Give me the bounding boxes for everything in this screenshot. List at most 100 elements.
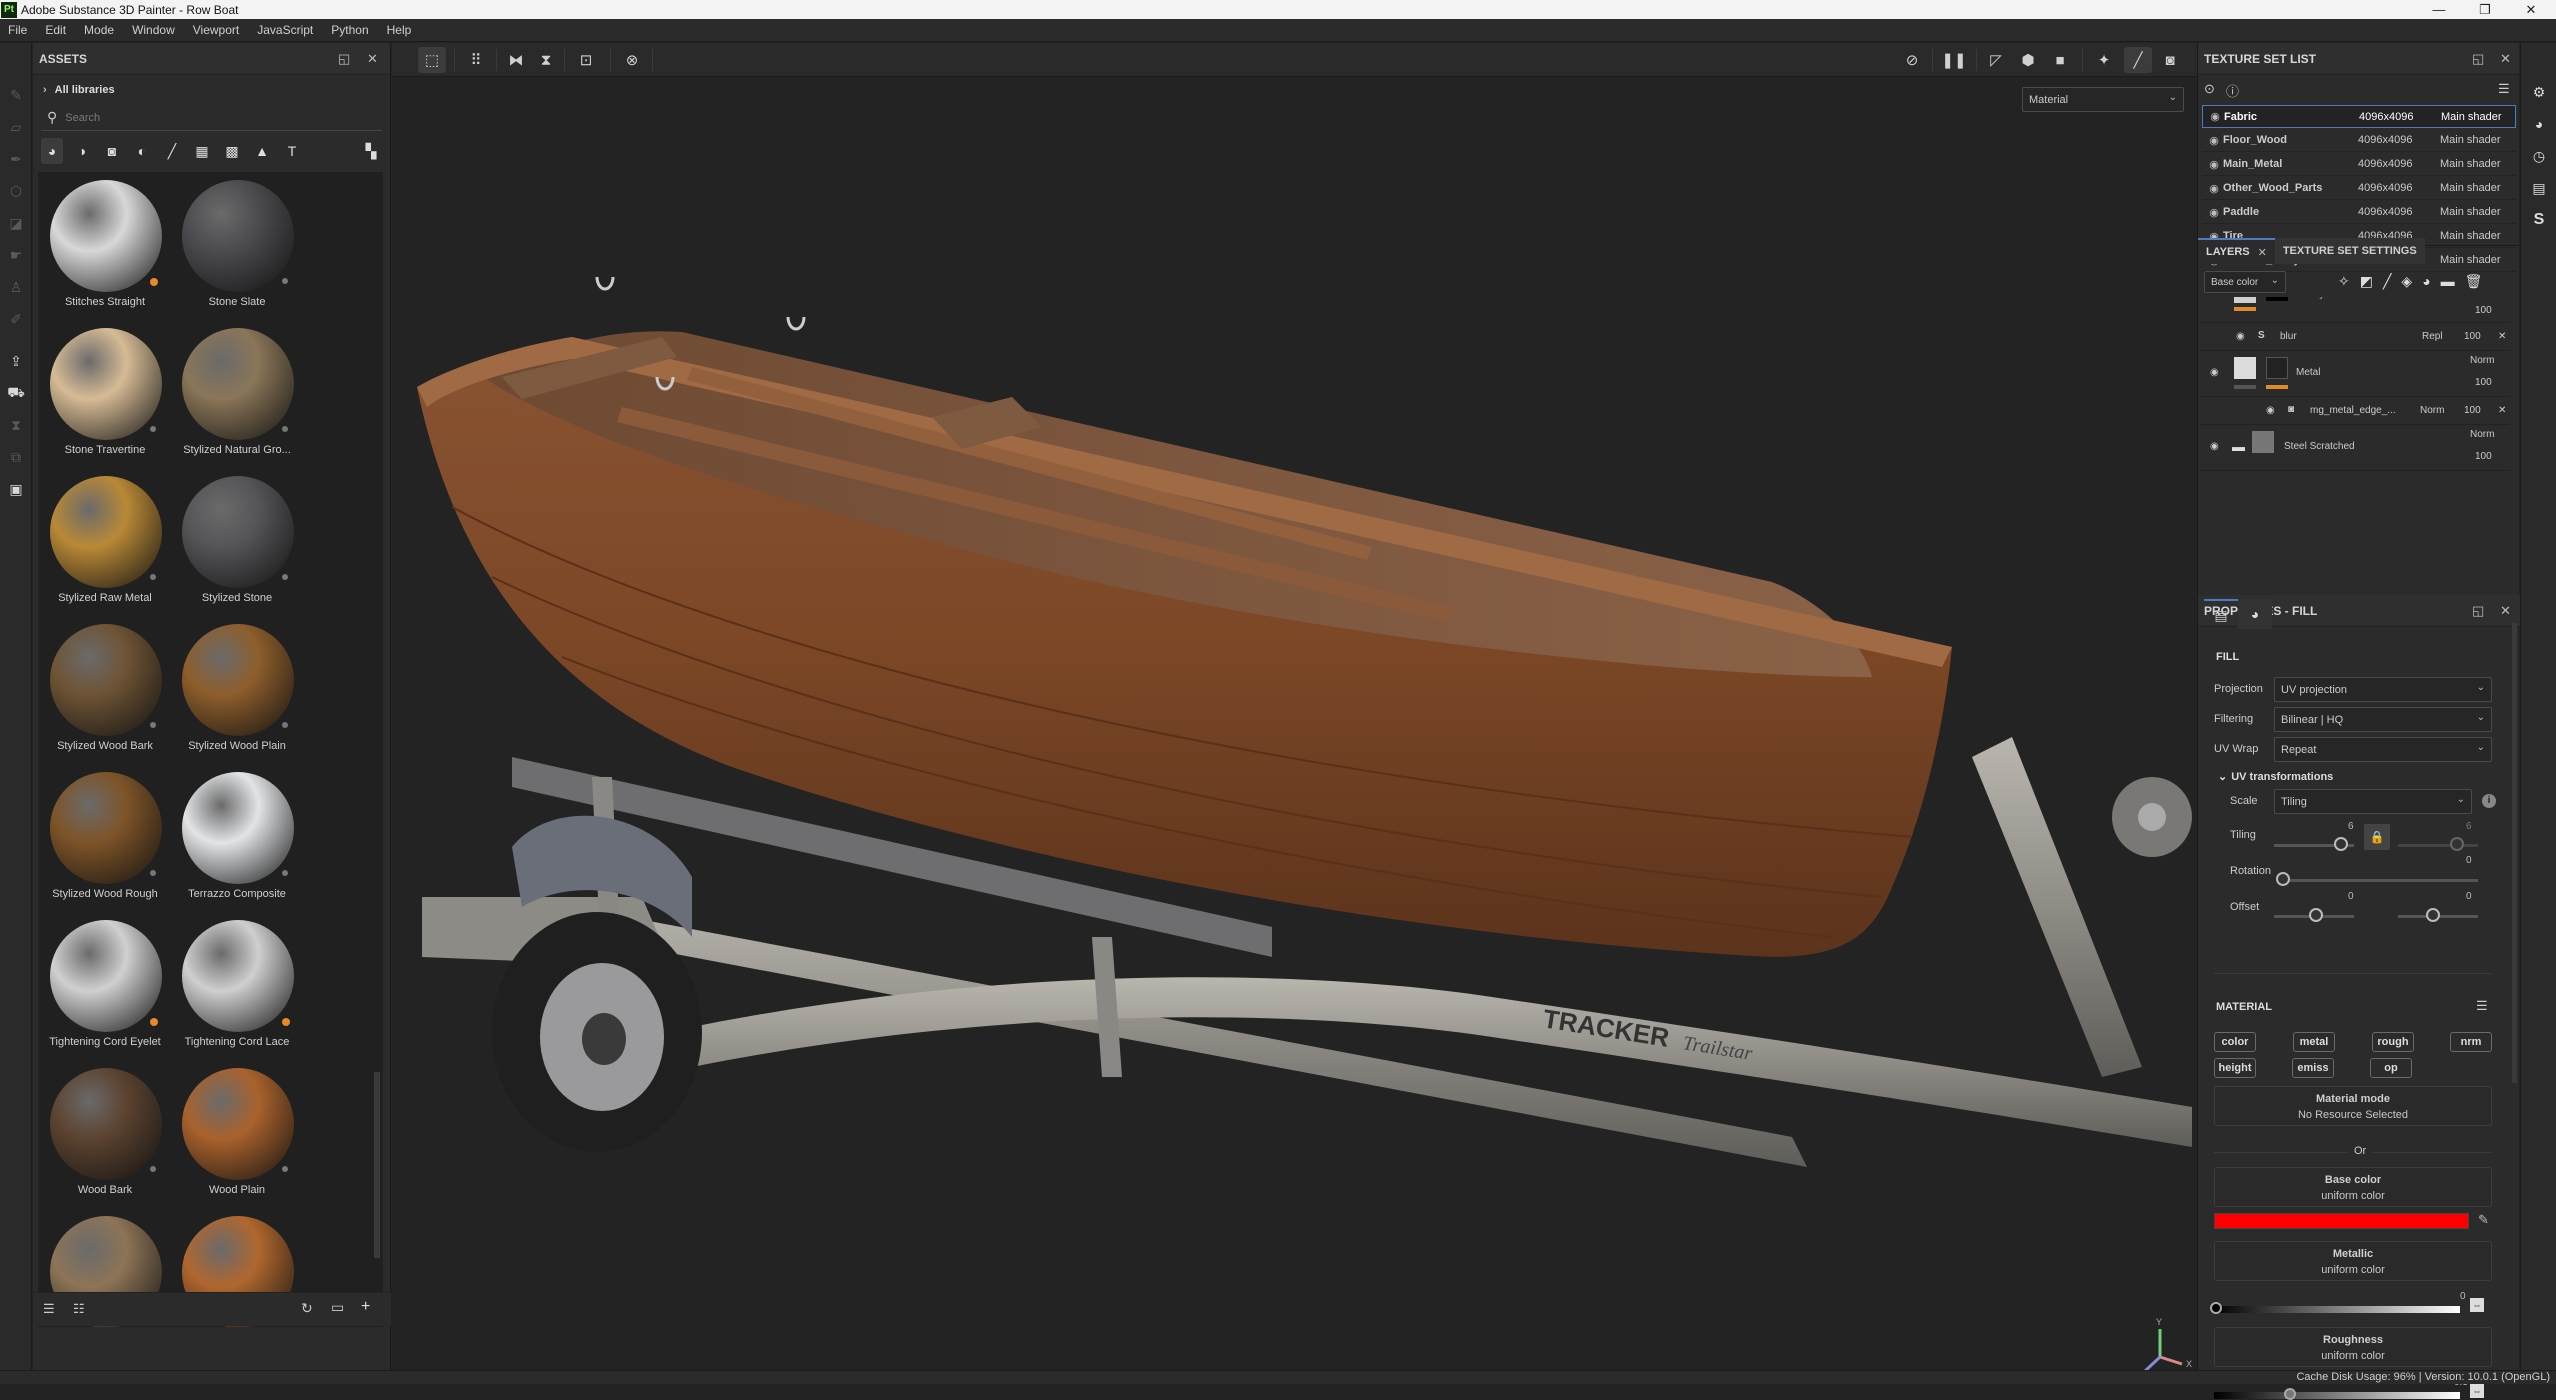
channel-select[interactable]: Base color ⌄ xyxy=(2204,271,2286,293)
channel-color-toggle[interactable]: color xyxy=(2214,1032,2256,1052)
display-settings-icon[interactable]: ⚙ xyxy=(2530,83,2548,101)
eye-icon[interactable]: ◉ xyxy=(2210,441,2219,452)
minimize-button[interactable]: — xyxy=(2416,0,2462,19)
rotation-knob[interactable] xyxy=(2276,872,2290,886)
boat-model[interactable]: TRACKER Trailstar Y X Z xyxy=(392,77,2197,1370)
asset-tile[interactable]: Wood Plain xyxy=(172,1066,302,1214)
asset-tile[interactable]: Stylized Stone xyxy=(172,474,302,622)
menu-window[interactable]: Window xyxy=(124,23,185,37)
asset-tile[interactable]: Terrazzo Composite xyxy=(172,770,302,918)
asset-tile[interactable]: Stone Travertine xyxy=(40,326,170,474)
properties-scrollbar[interactable] xyxy=(2512,623,2517,1083)
offset-v-knob[interactable] xyxy=(2426,908,2440,922)
layer-row[interactable]: ◉ Metal Norm 100 xyxy=(2200,351,2510,397)
uv-tiles-icon[interactable]: ⬚ xyxy=(418,47,446,73)
menu-viewport[interactable]: Viewport xyxy=(185,23,249,37)
eye-icon[interactable]: ◉ xyxy=(2205,206,2223,219)
metallic-knob[interactable] xyxy=(2210,1302,2222,1314)
delete-icon[interactable]: 🗑 xyxy=(2465,273,2483,290)
layer-mask-row[interactable]: ◉ ◙ mg_metal_edge_... Norm 100 ✕ xyxy=(2200,397,2510,425)
eye-icon[interactable]: ◉ xyxy=(2205,182,2223,195)
channel-rough-toggle[interactable]: rough xyxy=(2372,1032,2414,1052)
grid-layout-icon[interactable]: ⠿ xyxy=(462,47,490,73)
bake-mode-icon[interactable]: ✦ xyxy=(2090,47,2118,73)
environment-icon[interactable]: ▲ xyxy=(251,138,273,164)
asset-tile[interactable]: Tightening Cord Lace xyxy=(172,918,302,1066)
menu-file[interactable]: File xyxy=(0,23,37,37)
visibility-toggle-icon[interactable]: ⊙ xyxy=(2204,81,2215,97)
cube-icon[interactable]: ⬢ xyxy=(2014,47,2042,73)
roughness-slider[interactable] xyxy=(2214,1392,2460,1399)
asset-tile[interactable]: Stylized Wood Rough xyxy=(40,770,170,918)
texture-set-row[interactable]: ◉ Floor_Wood 4096x4096 Main shader xyxy=(2202,129,2516,152)
tiling-v-knob[interactable] xyxy=(2450,837,2464,851)
material-mode-slot[interactable]: Material mode No Resource Selected xyxy=(2214,1086,2492,1126)
blend-mode[interactable]: Norm xyxy=(2470,429,2494,440)
document-icon[interactable]: ▣ xyxy=(6,479,26,499)
roughness-knob[interactable] xyxy=(2283,1388,2296,1400)
projection-tool-icon[interactable]: ✒ xyxy=(6,149,26,169)
mask-opacity[interactable]: 100 xyxy=(2464,405,2481,416)
menu-python[interactable]: Python xyxy=(323,23,378,37)
eyedropper-icon[interactable]: ✎ xyxy=(2478,1212,2489,1228)
hide-icon[interactable]: ⊘ xyxy=(1898,47,1926,73)
fill-settings-tab-icon[interactable]: ▤ xyxy=(2204,599,2238,629)
projection-select[interactable]: UV projection ⌄ xyxy=(2274,677,2492,702)
channel-height-toggle[interactable]: height xyxy=(2214,1058,2256,1078)
asset-tile[interactable]: Wood Bark xyxy=(40,1066,170,1214)
channel-op-toggle[interactable]: op xyxy=(2370,1058,2412,1078)
geometry-mask-icon[interactable]: ⬡ xyxy=(6,181,26,201)
asset-tile[interactable]: Tightening Cord Eyelet xyxy=(40,918,170,1066)
log-icon[interactable]: ▤ xyxy=(2530,179,2548,197)
eye-icon[interactable]: ◉ xyxy=(2236,331,2245,342)
remove-icon[interactable]: ✕ xyxy=(2498,331,2506,342)
asset-tile[interactable]: Stone Slate xyxy=(172,178,302,326)
close-icon[interactable]: ✕ xyxy=(2500,603,2511,619)
color-picker-icon[interactable]: ✐ xyxy=(6,309,26,329)
uv-wrap-select[interactable]: Repeat ⌄ xyxy=(2274,737,2492,762)
material-options-icon[interactable]: ☰ xyxy=(2476,998,2488,1014)
asset-tile[interactable]: Stylized Natural Gro... xyxy=(172,326,302,474)
share-icon[interactable]: ⧉ xyxy=(6,447,26,467)
layer-opacity[interactable]: 100 xyxy=(2475,377,2492,388)
offset-u-knob[interactable] xyxy=(2309,908,2323,922)
save-preset-icon[interactable]: ☰ xyxy=(43,1301,55,1317)
camera-icon[interactable]: ■ xyxy=(2046,47,2074,73)
menu-mode[interactable]: Mode xyxy=(76,23,124,37)
eraser-icon[interactable]: ▱ xyxy=(6,117,26,137)
paint-brush-icon[interactable]: ✎ xyxy=(6,85,26,105)
filtering-select[interactable]: Bilinear | HQ ⌄ xyxy=(2274,707,2492,732)
add-smart-material-icon[interactable]: ◕ xyxy=(2422,273,2430,290)
search-input[interactable]: Search xyxy=(65,112,100,124)
symmetry-y-icon[interactable]: ⧗ xyxy=(532,47,560,73)
reset-view-icon[interactable]: ⊗ xyxy=(618,47,646,73)
asset-tile[interactable]: Stylized Raw Metal xyxy=(40,474,170,622)
add-fill-layer-icon[interactable]: ◈ xyxy=(2401,273,2412,290)
pause-icon[interactable]: ❚❚ xyxy=(1940,47,1968,73)
smart-mask-icon[interactable]: ◙ xyxy=(101,138,123,164)
filter-icon[interactable]: ◐ xyxy=(131,138,153,164)
blend-mode[interactable]: Norm xyxy=(2420,405,2444,416)
add-mask-icon[interactable]: ◩ xyxy=(2360,273,2373,290)
display-settings-icon[interactable]: ◸ xyxy=(1982,47,2010,73)
paint-mode-icon[interactable]: ╱ xyxy=(2124,47,2152,73)
close-icon[interactable]: ✕ xyxy=(2500,51,2511,67)
blend-mode[interactable]: Repl xyxy=(2422,331,2443,342)
swap-icon[interactable]: ⇔ xyxy=(2470,1298,2484,1312)
menu-help[interactable]: Help xyxy=(379,23,422,37)
remove-icon[interactable]: ✕ xyxy=(2498,405,2506,416)
smudge-icon[interactable]: ☛ xyxy=(6,245,26,265)
close-icon[interactable]: ✕ xyxy=(2258,246,2267,259)
metallic-slot[interactable]: Metallic uniform color xyxy=(2214,1241,2492,1281)
menu-edit[interactable]: Edit xyxy=(37,23,76,37)
eye-icon[interactable]: ◉ xyxy=(2205,158,2223,171)
rotation-slider[interactable] xyxy=(2278,879,2478,882)
roughness-slot[interactable]: Roughness uniform color xyxy=(2214,1327,2492,1367)
open-preset-icon[interactable]: ☷ xyxy=(73,1301,85,1317)
material-icon[interactable]: ◕ xyxy=(41,138,63,164)
material-tab-icon[interactable]: ◕ xyxy=(2238,599,2272,629)
channel-metal-toggle[interactable]: metal xyxy=(2293,1032,2335,1052)
info-icon[interactable]: i xyxy=(2482,794,2496,808)
library-selector[interactable]: › All libraries xyxy=(33,75,390,105)
search-field[interactable]: ⚲ Search xyxy=(41,105,382,131)
